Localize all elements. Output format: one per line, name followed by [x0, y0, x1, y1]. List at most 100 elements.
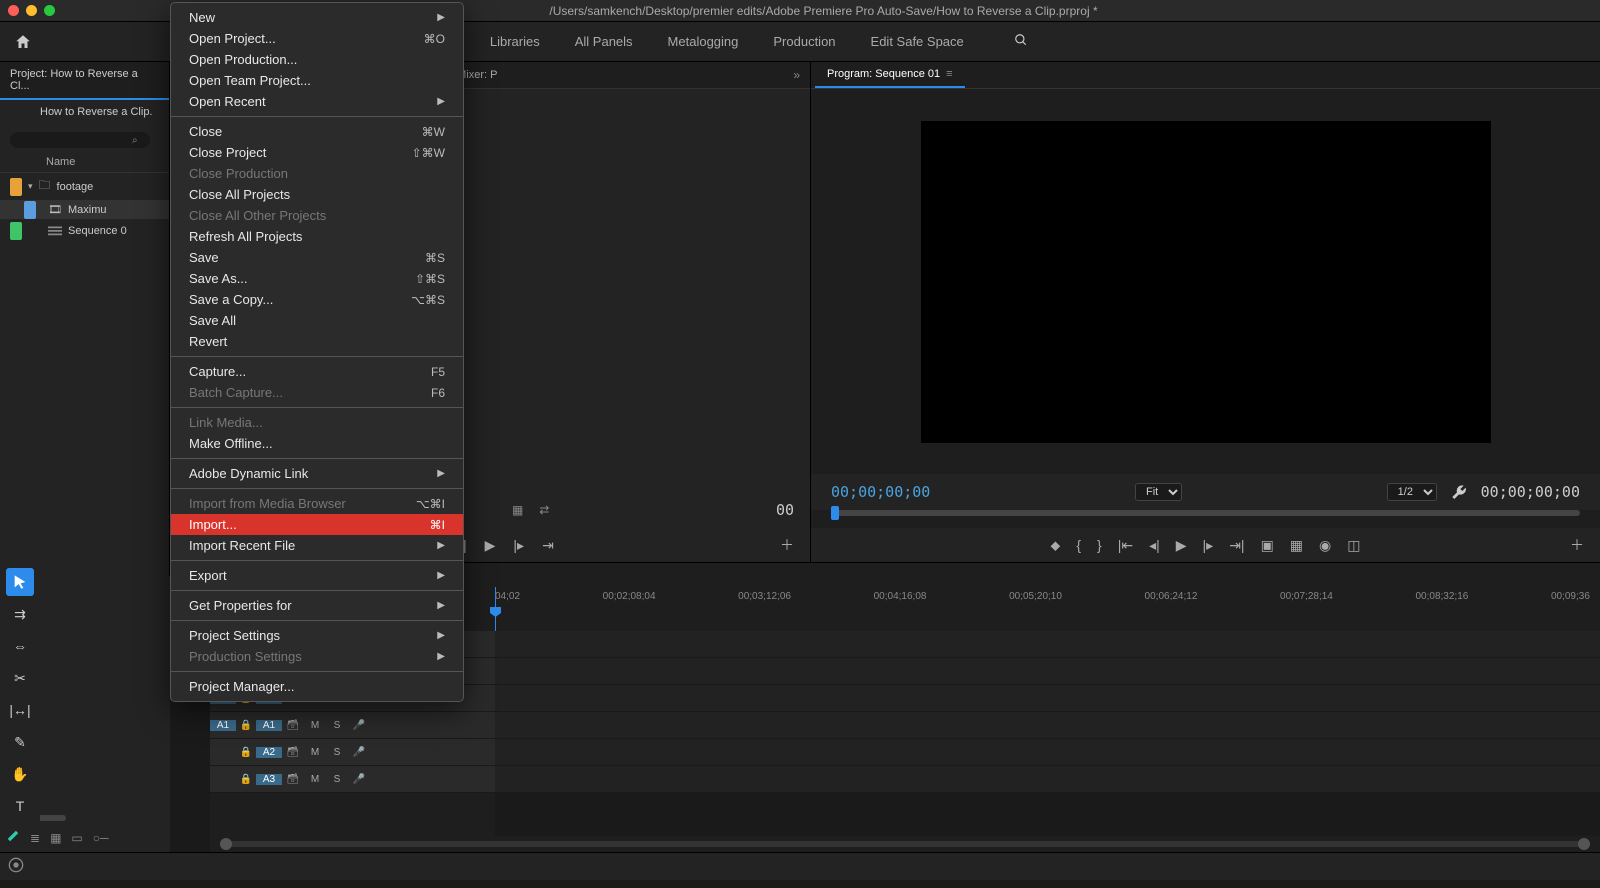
- close-window-button[interactable]: [8, 5, 19, 16]
- track-lanes[interactable]: [495, 631, 1600, 836]
- project-search-input[interactable]: [10, 132, 150, 148]
- cc-icon[interactable]: [8, 857, 24, 876]
- source-link-icon[interactable]: ⇄: [539, 503, 549, 517]
- extract-icon[interactable]: ▦: [1290, 537, 1303, 554]
- icon-view-icon[interactable]: ▦: [50, 831, 61, 845]
- program-scrubber[interactable]: [811, 510, 1600, 528]
- tools-panel: ⇉ ⇔ ✂ |↔| ✎ ✋ T: [0, 562, 40, 826]
- hand-tool[interactable]: ✋: [6, 760, 34, 788]
- lift-icon[interactable]: ▣: [1261, 537, 1274, 554]
- freeform-view-icon[interactable]: ▭: [71, 831, 82, 845]
- menu-item[interactable]: Open Production...: [171, 49, 463, 70]
- menu-item[interactable]: Get Properties for▶: [171, 595, 463, 616]
- menu-item[interactable]: Capture...F5: [171, 361, 463, 382]
- menu-item[interactable]: Revert: [171, 331, 463, 352]
- go-in-icon[interactable]: |⇤: [1118, 537, 1133, 554]
- zoom-select[interactable]: 1/2: [1387, 483, 1437, 501]
- fit-select[interactable]: Fit: [1135, 483, 1182, 501]
- step-fwd-icon[interactable]: |▸: [513, 537, 524, 554]
- razor-tool[interactable]: ✂: [6, 664, 34, 692]
- menu-item[interactable]: Adobe Dynamic Link▶: [171, 463, 463, 484]
- workspace-libraries[interactable]: Libraries: [490, 34, 540, 49]
- menu-item[interactable]: Save As...⇧⌘S: [171, 268, 463, 289]
- step-back-icon[interactable]: ◂|: [1149, 537, 1160, 554]
- menu-item: Production Settings▶: [171, 646, 463, 667]
- item-label: Maximu: [68, 204, 107, 216]
- export-frame-icon[interactable]: ◉: [1319, 537, 1331, 554]
- pen-tool[interactable]: ✎: [6, 728, 34, 756]
- menu-item[interactable]: Make Offline...: [171, 433, 463, 454]
- menu-item[interactable]: Project Manager...: [171, 676, 463, 697]
- sequence-icon: [48, 224, 62, 239]
- menu-item[interactable]: Open Project...⌘O: [171, 28, 463, 49]
- mark-in-icon[interactable]: {: [1076, 537, 1081, 553]
- workspace-custom[interactable]: Edit Safe Space: [871, 34, 964, 49]
- track-select-tool[interactable]: ⇉: [6, 600, 34, 628]
- search-icon[interactable]: [1014, 33, 1028, 50]
- track-a3[interactable]: 🔒A3🗃MS🎤: [210, 766, 495, 793]
- menu-item[interactable]: Export▶: [171, 565, 463, 586]
- project-name: How to Reverse a Clip.: [0, 100, 169, 128]
- wrench-icon[interactable]: [1451, 483, 1467, 502]
- menu-item[interactable]: Open Team Project...: [171, 70, 463, 91]
- disclosure-icon[interactable]: ▾: [28, 181, 33, 192]
- menu-item[interactable]: Save All: [171, 310, 463, 331]
- menu-item[interactable]: Save⌘S: [171, 247, 463, 268]
- ripple-edit-tool[interactable]: ⇔: [6, 632, 34, 660]
- clip-icon: 🎞: [48, 203, 62, 216]
- ruler-tick: 00;06;24;12: [1145, 591, 1198, 602]
- menu-item[interactable]: Close Project⇧⌘W: [171, 142, 463, 163]
- status-bar: [0, 852, 1600, 880]
- menu-item[interactable]: Save a Copy...⌥⌘S: [171, 289, 463, 310]
- step-fwd-icon[interactable]: |▸: [1203, 537, 1214, 554]
- zoom-slider[interactable]: [220, 841, 1590, 847]
- ruler-tick: 00;04;16;08: [874, 591, 927, 602]
- more-tabs-icon[interactable]: »: [787, 68, 806, 82]
- add-button-icon[interactable]: ＋: [1570, 535, 1584, 555]
- type-tool[interactable]: T: [6, 792, 34, 820]
- menu-item[interactable]: Close All Projects: [171, 184, 463, 205]
- menu-item[interactable]: Close⌘W: [171, 121, 463, 142]
- menu-item[interactable]: Import...⌘I: [171, 514, 463, 535]
- track-a1[interactable]: A1🔒A1🗃MS🎤: [210, 712, 495, 739]
- menu-item[interactable]: Project Settings▶: [171, 625, 463, 646]
- track-a2[interactable]: 🔒A2🗃MS🎤: [210, 739, 495, 766]
- menu-item[interactable]: Refresh All Projects: [171, 226, 463, 247]
- selection-tool[interactable]: [6, 568, 34, 596]
- home-button[interactable]: [12, 31, 34, 53]
- workspace-production[interactable]: Production: [773, 34, 835, 49]
- menu-item[interactable]: New▶: [171, 7, 463, 28]
- add-button-icon[interactable]: ＋: [780, 535, 794, 555]
- new-item-icon[interactable]: [6, 829, 20, 846]
- ruler-tick: 00;07;28;14: [1280, 591, 1333, 602]
- source-settings-icon[interactable]: ▦: [512, 503, 523, 517]
- program-viewport[interactable]: [811, 89, 1600, 474]
- minimize-window-button[interactable]: [26, 5, 37, 16]
- project-column-name[interactable]: Name: [0, 152, 169, 173]
- mark-out-icon[interactable]: ⇥: [542, 537, 554, 554]
- go-out-icon[interactable]: ⇥|: [1229, 537, 1244, 554]
- tab-program[interactable]: Program: Sequence 01≡: [815, 62, 965, 88]
- menu-item[interactable]: Open Recent▶: [171, 91, 463, 112]
- menu-item[interactable]: Import Recent File▶: [171, 535, 463, 556]
- ruler-tick: 04;02: [495, 591, 520, 602]
- menu-item: Import from Media Browser⌥⌘I: [171, 493, 463, 514]
- program-timecode-left[interactable]: 00;00;00;00: [831, 483, 930, 501]
- workspace-metalogging[interactable]: Metalogging: [668, 34, 739, 49]
- comparison-icon[interactable]: ◫: [1347, 537, 1360, 554]
- maximize-window-button[interactable]: [44, 5, 55, 16]
- zoom-slider-icon[interactable]: ○─: [93, 831, 109, 845]
- project-item-folder[interactable]: ▾ 🗀 footage: [0, 173, 169, 200]
- play-icon[interactable]: ▶: [1176, 537, 1187, 554]
- play-icon[interactable]: ▶: [485, 537, 496, 554]
- project-item-clip[interactable]: 🎞 Maximu: [0, 200, 169, 219]
- slip-tool[interactable]: |↔|: [6, 696, 34, 724]
- project-item-sequence[interactable]: Sequence 0: [0, 219, 169, 243]
- list-view-icon[interactable]: ≣: [30, 831, 40, 845]
- project-panel-tab[interactable]: Project: How to Reverse a Cl...: [0, 62, 169, 100]
- workspace-all-panels[interactable]: All Panels: [575, 34, 633, 49]
- add-marker-icon[interactable]: ⬥: [1051, 537, 1061, 554]
- project-items: ▾ 🗀 footage 🎞 Maximu Sequence 0: [0, 173, 169, 562]
- timeline-ruler[interactable]: 04;02 00;02;08;04 00;03;12;06 00;04;16;0…: [495, 587, 1600, 631]
- mark-out-icon[interactable]: }: [1097, 537, 1102, 553]
